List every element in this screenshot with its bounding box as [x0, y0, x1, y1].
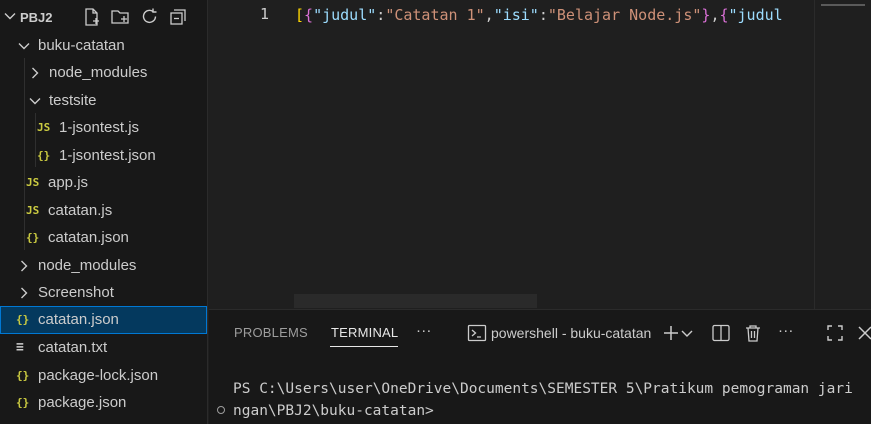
tree-item-label: catatan.json — [38, 311, 119, 328]
collapse-all-icon[interactable] — [168, 7, 188, 27]
chevron-right-icon — [21, 287, 28, 299]
tree-file-catatan-js[interactable]: JS catatan.js — [0, 197, 207, 224]
punctuation-token: , — [484, 6, 494, 24]
tree-folder-buku-catatan[interactable]: buku-catatan — [0, 32, 207, 59]
tab-problems[interactable]: PROBLEMS — [234, 325, 308, 340]
tree-item-label: package-lock.json — [38, 367, 159, 384]
chevron-right-icon — [21, 260, 28, 272]
terminal-icon — [467, 324, 487, 342]
tree-item-label: Screenshot — [38, 284, 114, 301]
line-number: 1 — [259, 5, 269, 23]
add-terminal-icon[interactable] — [660, 322, 682, 344]
tree-file-package-json[interactable]: {} package.json — [0, 389, 207, 416]
tree-file-1-jsontest-js[interactable]: JS 1-jsontest.js — [0, 114, 207, 141]
split-terminal-icon[interactable] — [710, 322, 732, 344]
more-tabs-button[interactable]: ··· — [416, 322, 432, 339]
key-token: "isi" — [493, 6, 539, 24]
json-file-icon: {} — [16, 369, 30, 382]
punctuation-token: : — [538, 6, 548, 24]
json-file-icon: {} — [16, 313, 30, 326]
js-file-icon: JS — [37, 121, 51, 134]
bottom-panel: PROBLEMS TERMINAL ··· powershell - buku-… — [209, 309, 871, 424]
tree-folder-node-modules[interactable]: node_modules — [0, 252, 207, 279]
refresh-icon[interactable] — [140, 7, 160, 27]
punctuation-token: : — [376, 6, 386, 24]
string-token: "Belajar Node.js" — [547, 6, 702, 24]
js-file-icon: JS — [26, 204, 40, 217]
tree-item-label: testsite — [49, 92, 97, 109]
code-line[interactable]: [{"judul":"Catatan 1","isi":"Belajar Nod… — [295, 5, 815, 25]
code-editor[interactable]: 1 [{"judul":"Catatan 1","isi":"Belajar N… — [209, 0, 871, 309]
minimap[interactable] — [814, 0, 871, 309]
tree-file-1-jsontest-json[interactable]: {} 1-jsontest.json — [0, 142, 207, 169]
tree-file-app-js[interactable]: JS app.js — [0, 169, 207, 196]
trash-icon[interactable] — [742, 322, 764, 344]
tree-item-label: catatan.js — [48, 202, 113, 219]
terminal-line: PS C:\Users\user\OneDrive\Documents\SEME… — [233, 381, 853, 397]
tree-item-label: catatan.json — [48, 229, 129, 246]
tree-item-label: app.js — [48, 174, 89, 191]
horizontal-scrollbar[interactable] — [294, 294, 537, 308]
key-token: "judul — [728, 6, 783, 24]
new-file-icon[interactable] — [82, 7, 102, 27]
text-file-icon: ≡ — [16, 340, 24, 355]
tree-folder-node-modules[interactable]: node_modules — [0, 59, 207, 86]
tree-item-label: catatan.txt — [38, 339, 108, 356]
chevron-down-icon[interactable] — [3, 9, 17, 23]
active-tab-indicator — [330, 346, 398, 347]
tree-file-catatan-json[interactable]: {} catatan.json — [0, 224, 207, 251]
new-folder-icon[interactable] — [110, 7, 130, 27]
tree-item-label: 1-jsontest.js — [59, 119, 140, 136]
json-file-icon: {} — [26, 231, 40, 244]
tree-item-label: node_modules — [49, 64, 148, 81]
tree-file-catatan-txt[interactable]: ≡ catatan.txt — [0, 334, 207, 361]
json-file-icon: {} — [37, 149, 51, 162]
tree-item-label: 1-jsontest.json — [59, 147, 156, 164]
terminal-name[interactable]: powershell - buku-catatan — [491, 325, 651, 341]
chevron-down-icon — [18, 43, 30, 50]
chevron-down-icon — [29, 98, 41, 105]
tree-item-label: buku-catatan — [38, 37, 125, 54]
more-actions-button[interactable]: ··· — [778, 322, 794, 339]
project-title: PBJ2 — [20, 10, 53, 25]
tree-file-package-lock-json[interactable]: {} package-lock.json — [0, 362, 207, 389]
explorer-header[interactable]: PBJ2 — [0, 4, 208, 30]
terminal-output[interactable]: PS C:\Users\user\OneDrive\Documents\SEME… — [233, 378, 869, 422]
json-file-icon: {} — [16, 396, 30, 409]
close-icon[interactable] — [854, 322, 871, 344]
tree-folder-screenshot[interactable]: Screenshot — [0, 279, 207, 306]
minimap-line — [821, 4, 865, 6]
chevron-right-icon — [32, 67, 39, 79]
explorer-sidebar: PBJ2 buku-catatan node_modules testsite … — [0, 0, 208, 424]
js-file-icon: JS — [26, 176, 40, 189]
terminal-line: ngan\PBJ2\buku-catatan> — [233, 403, 434, 419]
bracket-token: [ — [295, 6, 305, 24]
string-token: "Catatan 1" — [385, 6, 485, 24]
tree-item-label: node_modules — [38, 257, 137, 274]
bracket-token: { — [304, 6, 314, 24]
tree-item-label: package.json — [38, 394, 127, 411]
maximize-panel-icon[interactable] — [824, 322, 846, 344]
bracket-token: { — [719, 6, 729, 24]
tree-file-catatan-json-selected[interactable]: {} catatan.json — [0, 306, 207, 334]
tree-folder-testsite[interactable]: testsite — [0, 87, 207, 114]
tab-terminal[interactable]: TERMINAL — [331, 325, 398, 340]
chevron-down-icon[interactable] — [680, 322, 694, 344]
command-decoration-icon[interactable] — [217, 406, 225, 414]
key-token: "judul" — [313, 6, 377, 24]
